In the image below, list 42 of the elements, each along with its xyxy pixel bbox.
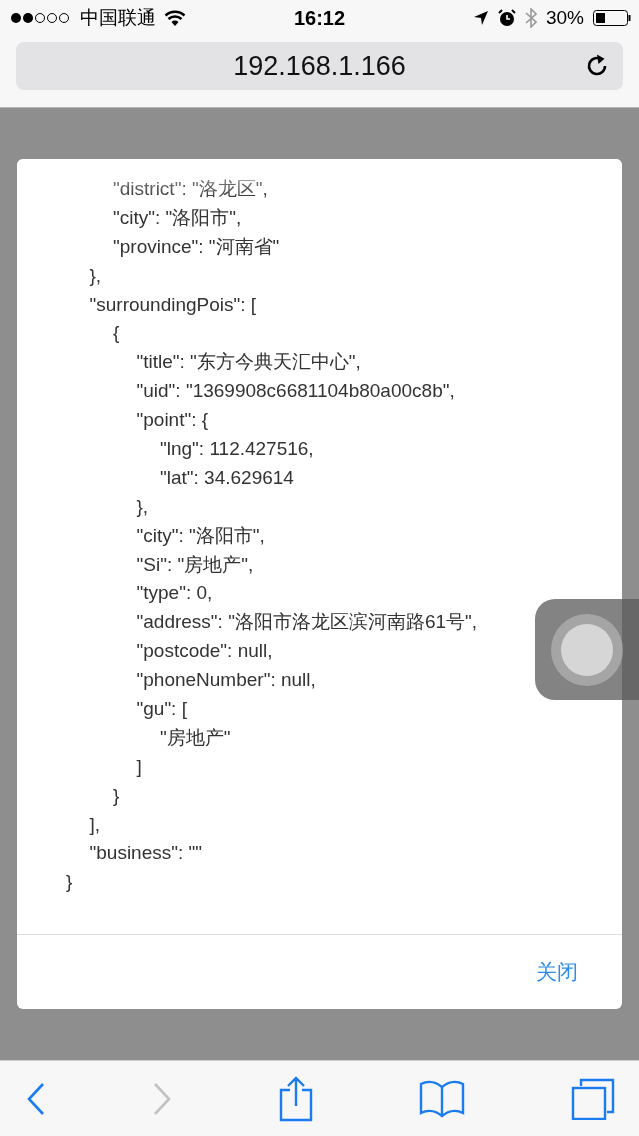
wifi-icon (164, 10, 186, 26)
code-line: "lng": 112.427516, (160, 438, 314, 459)
code-line: ], (89, 813, 101, 835)
code-line: "Si": "房地产", (136, 553, 254, 575)
code-line: "postcode": null, (136, 640, 273, 662)
code-line: "address": "洛阳市洛龙区滨河南路61号", (136, 611, 478, 633)
code-line: "province": "河南省" (113, 235, 280, 257)
code-line: { (113, 322, 120, 344)
carrier-name: 中国联通 (80, 6, 156, 30)
code-line: "business": "" (89, 842, 203, 864)
code-line: "房地产" (160, 726, 231, 748)
bluetooth-icon (524, 8, 537, 28)
alarm-clock-icon (497, 9, 516, 27)
code-line: "point": { (136, 409, 209, 431)
battery-icon (593, 10, 631, 26)
battery-percent: 30% (545, 7, 584, 29)
code-line: "lat": 34.629614 (160, 466, 294, 488)
code-line: "city": "洛阳市", (136, 524, 265, 546)
code-line: "uid": "1369908c6681104b80a00c8b", (136, 380, 455, 402)
clock-time: 16:12 (293, 6, 346, 30)
location-arrow-icon (472, 10, 489, 26)
code-line: "phoneNumber": null, (136, 669, 316, 691)
code-line: "type": 0, (136, 582, 213, 604)
signal-icon (10, 12, 72, 24)
code-line: "city": "洛阳市", (113, 206, 242, 228)
url-field[interactable]: 192.168.1.166 (16, 42, 623, 90)
assistive-touch-button[interactable] (535, 599, 639, 700)
code-line: "district": "洛龙区", (113, 178, 268, 199)
code-line: } (66, 871, 73, 893)
code-line: "gu": [ (136, 698, 187, 720)
tabs-icon[interactable] (571, 1077, 615, 1120)
code-line: }, (89, 264, 102, 286)
back-icon[interactable] (26, 1081, 46, 1116)
code-line: "title": "东方今典天汇中心", (136, 351, 361, 373)
code-line: }, (136, 495, 149, 517)
close-button[interactable]: 关闭 (532, 952, 582, 992)
code-line: "surroundingPois": [ (89, 293, 257, 315)
book-icon[interactable] (419, 1078, 466, 1119)
reload-icon[interactable] (585, 54, 609, 78)
share-icon[interactable] (277, 1075, 314, 1122)
code-line: ] (136, 755, 142, 777)
code-line: } (113, 784, 120, 806)
